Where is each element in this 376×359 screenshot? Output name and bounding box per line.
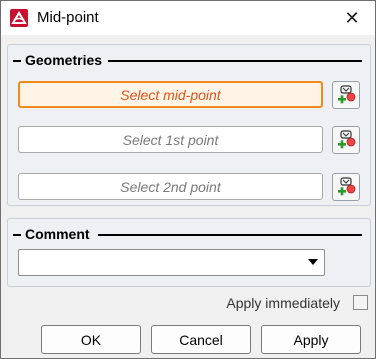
pick-point-icon bbox=[338, 130, 356, 149]
title-bar[interactable]: Mid-point ✕ bbox=[1, 1, 375, 35]
pick-mid-point-button[interactable] bbox=[332, 81, 360, 109]
select-1st-point-label: Select 1st point bbox=[122, 131, 219, 148]
comment-header[interactable]: Comment bbox=[8, 226, 370, 244]
geometries-header[interactable]: Geometries bbox=[8, 52, 370, 70]
app-logo-icon bbox=[10, 9, 28, 27]
close-button[interactable]: ✕ bbox=[329, 1, 375, 35]
ok-button[interactable]: OK bbox=[41, 325, 141, 354]
collapse-icon[interactable] bbox=[13, 60, 21, 62]
comment-group: Comment bbox=[7, 218, 371, 287]
apply-button[interactable]: Apply bbox=[261, 325, 361, 354]
dropdown-arrow-icon[interactable] bbox=[308, 259, 318, 265]
select-1st-point-field[interactable]: Select 1st point bbox=[18, 126, 323, 153]
apply-immediately-checkbox[interactable] bbox=[353, 295, 368, 310]
geometries-label: Geometries bbox=[25, 52, 103, 68]
header-divider bbox=[108, 60, 362, 62]
pick-1st-point-button[interactable] bbox=[332, 126, 360, 154]
select-mid-point-field[interactable]: Select mid-point bbox=[18, 81, 323, 108]
apply-immediately-label: Apply immediately bbox=[226, 295, 340, 311]
select-2nd-point-field[interactable]: Select 2nd point bbox=[18, 173, 323, 200]
window-title: Mid-point bbox=[37, 9, 99, 26]
comment-combobox[interactable] bbox=[18, 249, 325, 276]
dialog-window: Mid-point ✕ Geometries Select mid-point … bbox=[0, 0, 376, 359]
geometries-group: Geometries Select mid-point Select 1st p… bbox=[7, 44, 371, 206]
pick-2nd-point-button[interactable] bbox=[332, 173, 360, 201]
pick-point-icon bbox=[338, 177, 356, 196]
pick-point-icon bbox=[338, 85, 356, 104]
close-icon: ✕ bbox=[344, 7, 360, 28]
header-divider bbox=[98, 234, 362, 236]
collapse-icon[interactable] bbox=[13, 234, 21, 236]
comment-label: Comment bbox=[25, 226, 90, 242]
cancel-button[interactable]: Cancel bbox=[151, 325, 251, 354]
select-mid-point-label: Select mid-point bbox=[120, 86, 221, 103]
select-2nd-point-label: Select 2nd point bbox=[120, 178, 221, 195]
